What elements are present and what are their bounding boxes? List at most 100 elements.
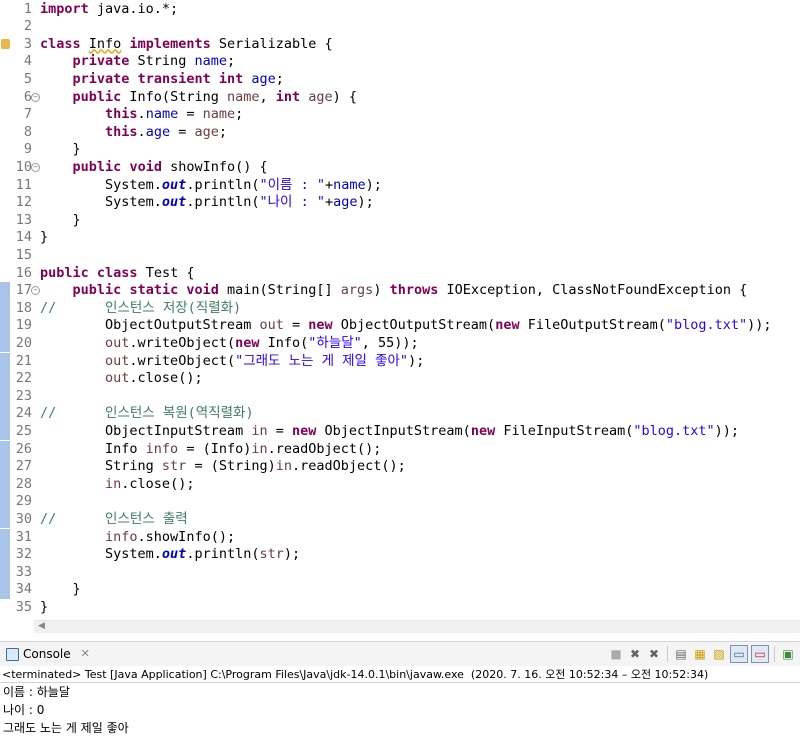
code-token: .writeObject( [129,335,235,351]
collapse-fold-icon[interactable]: − [31,163,40,172]
code-line[interactable]: 28 in.close(); [0,476,800,494]
code-line[interactable]: 2 [0,18,800,36]
code-line[interactable]: 26 Info info = (Info)in.readObject(); [0,441,800,459]
code-line[interactable]: 1import java.io.*; [0,1,800,19]
code-line[interactable]: 17− public static void main(String[] arg… [0,282,800,300]
code-line[interactable]: 7 this.name = name; [0,106,800,124]
code-token: System. [40,194,162,210]
change-ruler [0,529,10,547]
code-token: // 인스턴스 저장(직렬화) [40,300,241,316]
line-number: 32 [10,546,32,564]
code-token: + [325,177,333,193]
code-text: } [40,599,48,617]
code-line[interactable]: 29 [0,493,800,511]
code-token: "그래도 노는 게 제일 좋아" [235,353,408,369]
code-token: + [325,194,333,210]
code-line[interactable]: 9 } [0,141,800,159]
code-token: String [129,53,194,69]
remove-all-terminated-icon[interactable]: ✖ [646,646,662,662]
code-line[interactable]: 12 System.out.println("나이 : "+age); [0,194,800,212]
clear-console-icon[interactable]: ▤ [673,646,689,662]
code-token [40,370,105,386]
code-token: FileInputStream( [495,423,633,439]
code-token: void [186,282,219,298]
code-token: in [276,458,292,474]
warning-lightbulb-icon[interactable] [1,39,10,49]
code-token: System. [40,177,162,193]
code-line[interactable]: 15 [0,247,800,265]
code-line[interactable]: 30// 인스턴스 출력 [0,511,800,529]
code-line[interactable]: 34 } [0,581,800,599]
change-ruler [0,1,10,19]
collapse-fold-icon[interactable]: − [31,286,40,295]
terminate-icon[interactable]: ■ [608,646,624,662]
change-ruler [0,159,10,177]
console-icon [6,648,19,661]
code-line[interactable]: 18 // 인스턴스 저장(직렬화) [0,300,800,318]
code-token: private [73,71,130,87]
code-token: .println( [186,177,259,193]
line-number: 7 [10,106,32,124]
scroll-left-icon[interactable]: ◀ [38,621,45,631]
scroll-lock-icon[interactable]: ▦ [692,646,708,662]
show-on-stderr-toggle[interactable]: ▭ [751,645,769,663]
code-line[interactable]: 14} [0,229,800,247]
code-line[interactable]: 21 out.writeObject("그래도 노는 게 제일 좋아"); [0,353,800,371]
code-token: new [495,317,519,333]
code-token: )); [715,423,739,439]
code-text: out.writeObject("그래도 노는 게 제일 좋아"); [40,353,424,371]
code-line[interactable]: 13 } [0,212,800,230]
collapse-fold-icon[interactable]: − [31,93,40,102]
code-token: = [268,423,292,439]
line-number: 31 [10,529,32,547]
change-ruler [0,370,10,388]
code-line[interactable]: 11 System.out.println("이름 : "+name); [0,177,800,195]
code-token: Info( [259,335,308,351]
code-line[interactable]: 6− public Info(String name, int age) { [0,89,800,107]
code-line[interactable]: 32 System.out.println(str); [0,546,800,564]
code-line[interactable]: 8 this.age = age; [0,124,800,142]
code-token: "blog.txt" [666,317,747,333]
code-line[interactable]: 35} [0,599,800,617]
code-token [40,71,73,87]
code-token: name [194,53,227,69]
remove-launch-icon[interactable]: ✖ [627,646,643,662]
code-line[interactable]: 19 ObjectOutputStream out = new ObjectOu… [0,317,800,335]
show-on-stdout-toggle[interactable]: ▭ [730,645,748,663]
code-token: ); [284,546,300,562]
code-line[interactable]: 5 private transient int age; [0,71,800,89]
code-line[interactable]: 20 out.writeObject(new Info("하늘달", 55)); [0,335,800,353]
code-line[interactable]: 24// 인스턴스 복원(역직렬화) [0,405,800,423]
code-line[interactable]: 33 [0,564,800,582]
code-line[interactable]: 23 [0,388,800,406]
horizontal-scrollbar[interactable]: ◀ [34,620,800,633]
code-editor[interactable]: 1import java.io.*;23class Info implement… [0,0,800,618]
change-ruler [0,441,10,459]
open-console-icon[interactable]: ▣ [780,646,796,662]
console-output[interactable]: 이름 : 하늘달 나이 : 0 그래도 노는 게 제일 좋아 [0,682,800,741]
code-line[interactable]: 22 out.close(); [0,370,800,388]
code-line[interactable]: 16public class Test { [0,265,800,283]
code-line[interactable]: 31 info.showInfo(); [0,529,800,547]
code-token: Info [40,441,146,457]
word-wrap-icon[interactable]: ▧ [711,646,727,662]
tab-console[interactable]: Console ✕ [2,645,94,663]
code-line[interactable]: 27 String str = (String)in.readObject(); [0,458,800,476]
code-text: this.name = name; [40,106,243,124]
code-token: "blog.txt" [633,423,714,439]
code-line[interactable]: 10− public void showInfo() { [0,159,800,177]
close-icon[interactable]: ✕ [81,645,90,663]
line-number: 18 [10,300,32,318]
code-token [40,159,73,175]
change-ruler [0,353,10,371]
code-line[interactable]: 4 private String name; [0,53,800,71]
code-token: "이름 : " [259,177,324,193]
code-text: private String name; [40,53,235,71]
code-text: info.showInfo(); [40,529,235,547]
code-line[interactable]: 3class Info implements Serializable { [0,36,800,54]
line-number: 10 [10,159,32,177]
code-token [40,476,105,492]
code-token [40,124,105,140]
code-line[interactable]: 25 ObjectInputStream in = new ObjectInpu… [0,423,800,441]
code-token: args [341,282,374,298]
